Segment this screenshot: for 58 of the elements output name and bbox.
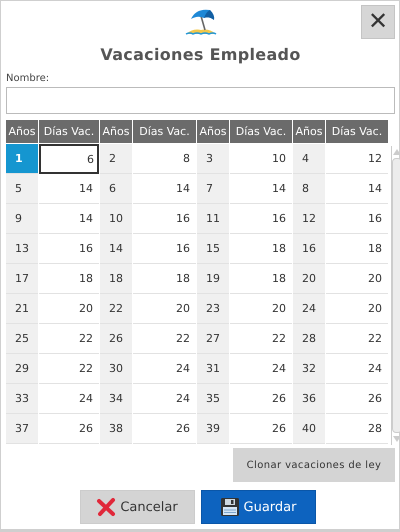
year-cell[interactable]: 31 bbox=[197, 354, 229, 384]
year-cell[interactable]: 37 bbox=[6, 414, 38, 444]
year-cell[interactable]: 22 bbox=[100, 294, 132, 324]
year-cell[interactable]: 32 bbox=[293, 354, 325, 384]
year-cell[interactable]: 23 bbox=[197, 294, 229, 324]
year-cell[interactable]: 7 bbox=[197, 174, 229, 204]
name-input-field[interactable] bbox=[6, 87, 395, 114]
column-header: Días Vac. bbox=[326, 120, 388, 144]
days-cell[interactable]: 6 bbox=[39, 144, 99, 174]
name-label: Nombre: bbox=[6, 73, 50, 84]
year-cell[interactable]: 21 bbox=[6, 294, 38, 324]
year-cell[interactable]: 17 bbox=[6, 264, 38, 294]
cross-icon bbox=[96, 497, 116, 517]
dialog-title: Vacaciones Empleado bbox=[99, 45, 302, 66]
scrollbar[interactable] bbox=[391, 146, 400, 445]
year-cell[interactable]: 6 bbox=[100, 174, 132, 204]
clone-vacations-button[interactable]: Clonar vacaciones de ley bbox=[233, 448, 395, 482]
year-cell[interactable]: 15 bbox=[197, 234, 229, 264]
year-cell[interactable]: 9 bbox=[6, 204, 38, 234]
year-cell[interactable]: 34 bbox=[100, 384, 132, 414]
year-cell[interactable]: 28 bbox=[293, 324, 325, 354]
column-header: Días Vac. bbox=[133, 120, 196, 144]
column-header: Años bbox=[6, 120, 38, 144]
year-cell[interactable]: 19 bbox=[197, 264, 229, 294]
year-cell[interactable]: 39 bbox=[197, 414, 229, 444]
column-header: Años bbox=[197, 120, 229, 144]
year-cell[interactable]: 18 bbox=[100, 264, 132, 294]
column-header: Días Vac. bbox=[230, 120, 292, 144]
year-cell[interactable]: 25 bbox=[6, 324, 38, 354]
year-cell[interactable]: 2 bbox=[100, 144, 132, 174]
beach-umbrella-icon bbox=[184, 7, 218, 37]
year-cell[interactable]: 13 bbox=[6, 234, 38, 264]
year-cell[interactable]: 16 bbox=[293, 234, 325, 264]
year-cell[interactable]: 30 bbox=[100, 354, 132, 384]
year-cell[interactable]: 4 bbox=[293, 144, 325, 174]
year-cell[interactable]: 20 bbox=[293, 264, 325, 294]
year-cell[interactable]: 14 bbox=[100, 234, 132, 264]
year-cell[interactable]: 40 bbox=[293, 414, 325, 444]
year-cell[interactable]: 24 bbox=[293, 294, 325, 324]
year-cell[interactable]: 10 bbox=[100, 204, 132, 234]
column-header: Años bbox=[100, 120, 132, 144]
year-cell[interactable]: 33 bbox=[6, 384, 38, 414]
year-cell[interactable]: 29 bbox=[6, 354, 38, 384]
year-cell[interactable]: 11 bbox=[197, 204, 229, 234]
column-header: Años bbox=[293, 120, 325, 144]
column-header: Días Vac. bbox=[39, 120, 99, 144]
year-cell[interactable]: 35 bbox=[197, 384, 229, 414]
year-cell[interactable]: 36 bbox=[293, 384, 325, 414]
year-cell[interactable]: 27 bbox=[197, 324, 229, 354]
year-cell[interactable]: 3 bbox=[197, 144, 229, 174]
close-button[interactable]: ✕ bbox=[361, 5, 395, 39]
year-cell[interactable]: 26 bbox=[100, 324, 132, 354]
save-button[interactable]: Guardar bbox=[200, 490, 316, 524]
year-cell[interactable]: 5 bbox=[6, 174, 38, 204]
year-cell[interactable]: 38 bbox=[100, 414, 132, 444]
year-cell[interactable]: 8 bbox=[293, 174, 325, 204]
cancel-button[interactable]: Cancelar bbox=[80, 490, 194, 524]
year-cell[interactable]: 12 bbox=[293, 204, 325, 234]
